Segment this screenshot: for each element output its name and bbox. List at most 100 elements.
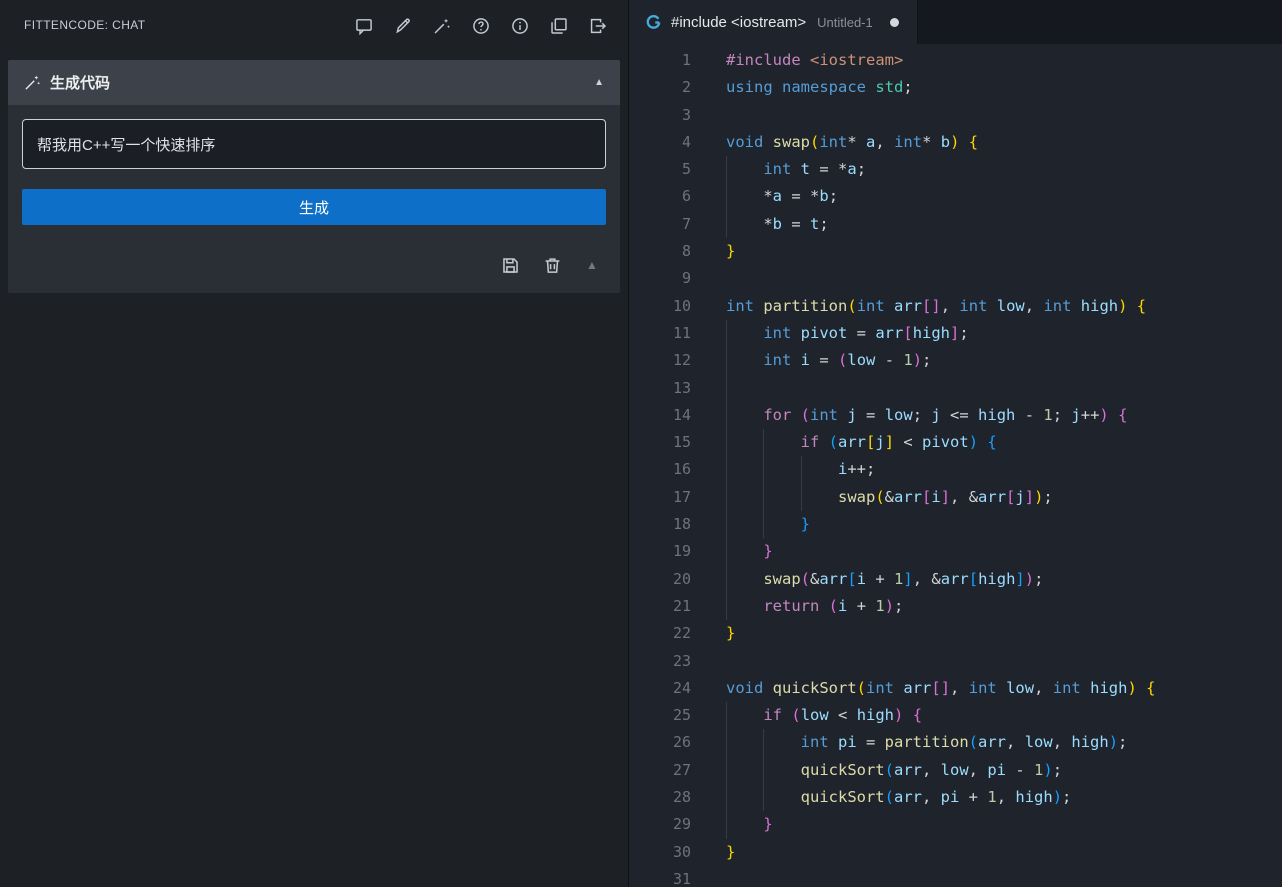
code-text: swap(&arr[i], &arr[j]); (726, 484, 1282, 511)
indent-guide (726, 811, 727, 838)
code-line: 26 int pi = partition(arr, low, high); (629, 729, 1282, 756)
code-line: 28 quickSort(arr, pi + 1, high); (629, 784, 1282, 811)
code-text (726, 102, 1282, 129)
line-number: 23 (629, 648, 691, 675)
indent-guide (726, 729, 727, 756)
panel-header[interactable]: 生成代码 ▲ (8, 60, 620, 105)
line-number: 1 (629, 47, 691, 74)
trash-icon[interactable] (540, 253, 564, 277)
code-line: 27 quickSort(arr, low, pi - 1); (629, 757, 1282, 784)
code-line: 4 void swap(int* a, int* b) { (629, 129, 1282, 156)
indent-guide (726, 211, 727, 238)
collapse-results-icon[interactable]: ▲ (582, 255, 602, 275)
magic-wand-icon[interactable] (430, 14, 454, 38)
indent-guide (726, 757, 727, 784)
line-number: 21 (629, 593, 691, 620)
line-number: 26 (629, 729, 691, 756)
indent-guide (801, 484, 802, 511)
code-area[interactable]: 1 #include <iostream>2using namespace std… (629, 44, 1282, 887)
save-icon[interactable] (498, 253, 522, 277)
code-line: 22} (629, 620, 1282, 647)
indent-guide (726, 538, 727, 565)
code-line: 6 *a = *b; (629, 183, 1282, 210)
code-line: 21 return (i + 1); (629, 593, 1282, 620)
generate-button[interactable]: 生成 (22, 189, 606, 225)
code-text: void swap(int* a, int* b) { (726, 129, 1282, 156)
code-line: 19 } (629, 538, 1282, 565)
sidebar: FITTENCODE: CHAT (0, 0, 629, 887)
tab-untitled-1[interactable]: #include <iostream> Untitled-1 (629, 0, 918, 44)
code-text: int pivot = arr[high]; (726, 320, 1282, 347)
code-line: 16 i++; (629, 456, 1282, 483)
code-line: 8} (629, 238, 1282, 265)
code-text: *a = *b; (726, 183, 1282, 210)
sidebar-title: FITTENCODE: CHAT (24, 14, 146, 32)
code-line: 9 (629, 265, 1282, 292)
code-line: 1 #include <iostream> (629, 47, 1282, 74)
comment-icon[interactable] (352, 14, 376, 38)
code-line: 5 int t = *a; (629, 156, 1282, 183)
edit-icon[interactable] (391, 14, 415, 38)
collapse-panel-icon[interactable]: ▲ (594, 77, 604, 88)
line-number: 8 (629, 238, 691, 265)
line-number: 14 (629, 402, 691, 429)
export-icon[interactable] (586, 14, 610, 38)
line-number: 11 (629, 320, 691, 347)
code-line: 3 (629, 102, 1282, 129)
code-text: quickSort(arr, pi + 1, high); (726, 784, 1282, 811)
magic-wand-icon (24, 74, 41, 91)
panel-body: 生成 (8, 105, 620, 293)
indent-guide (726, 156, 727, 183)
info-icon[interactable] (508, 14, 532, 38)
code-text: void quickSort(int arr[], int low, int h… (726, 675, 1282, 702)
code-line: 13 (629, 375, 1282, 402)
code-line: 10int partition(int arr[], int low, int … (629, 293, 1282, 320)
line-number: 17 (629, 484, 691, 511)
indent-guide (763, 784, 764, 811)
code-text: } (726, 238, 1282, 265)
line-number: 27 (629, 757, 691, 784)
indent-guide (726, 566, 727, 593)
code-text: quickSort(arr, low, pi - 1); (726, 757, 1282, 784)
code-line: 15 if (arr[j] < pivot) { (629, 429, 1282, 456)
indent-guide (726, 593, 727, 620)
line-number: 3 (629, 102, 691, 129)
code-line: 24void quickSort(int arr[], int low, int… (629, 675, 1282, 702)
indent-guide (763, 757, 764, 784)
line-number: 2 (629, 74, 691, 101)
code-text: *b = t; (726, 211, 1282, 238)
code-text: int i = (low - 1); (726, 347, 1282, 374)
indent-guide (763, 456, 764, 483)
indent-guide (726, 183, 727, 210)
code-line: 23 (629, 648, 1282, 675)
code-text (726, 648, 1282, 675)
code-line: 2using namespace std; (629, 74, 1282, 101)
code-line: 25 if (low < high) { (629, 702, 1282, 729)
modified-dot-icon[interactable] (890, 18, 899, 27)
indent-guide (726, 320, 727, 347)
indent-guide (726, 429, 727, 456)
tab-bar: #include <iostream> Untitled-1 (629, 0, 1282, 44)
line-number: 10 (629, 293, 691, 320)
code-text: if (low < high) { (726, 702, 1282, 729)
code-line: 7 *b = t; (629, 211, 1282, 238)
code-line: 17 swap(&arr[i], &arr[j]); (629, 484, 1282, 511)
code-text: return (i + 1); (726, 593, 1282, 620)
line-number: 4 (629, 129, 691, 156)
windows-icon[interactable] (547, 14, 571, 38)
code-text: swap(&arr[i + 1], &arr[high]); (726, 566, 1282, 593)
line-number: 20 (629, 566, 691, 593)
code-line: 14 for (int j = low; j <= high - 1; j++)… (629, 402, 1282, 429)
code-line: 11 int pivot = arr[high]; (629, 320, 1282, 347)
prompt-input[interactable] (22, 119, 606, 169)
line-number: 16 (629, 456, 691, 483)
indent-guide (763, 484, 764, 511)
tab-title: #include <iostream> (671, 14, 806, 31)
generate-code-panel: 生成代码 ▲ 生成 (8, 60, 620, 293)
indent-guide (726, 375, 727, 402)
tab-description: Untitled-1 (817, 15, 873, 30)
code-line: 31 (629, 866, 1282, 887)
line-number: 19 (629, 538, 691, 565)
code-text: #include <iostream> (726, 47, 1282, 74)
help-icon[interactable] (469, 14, 493, 38)
